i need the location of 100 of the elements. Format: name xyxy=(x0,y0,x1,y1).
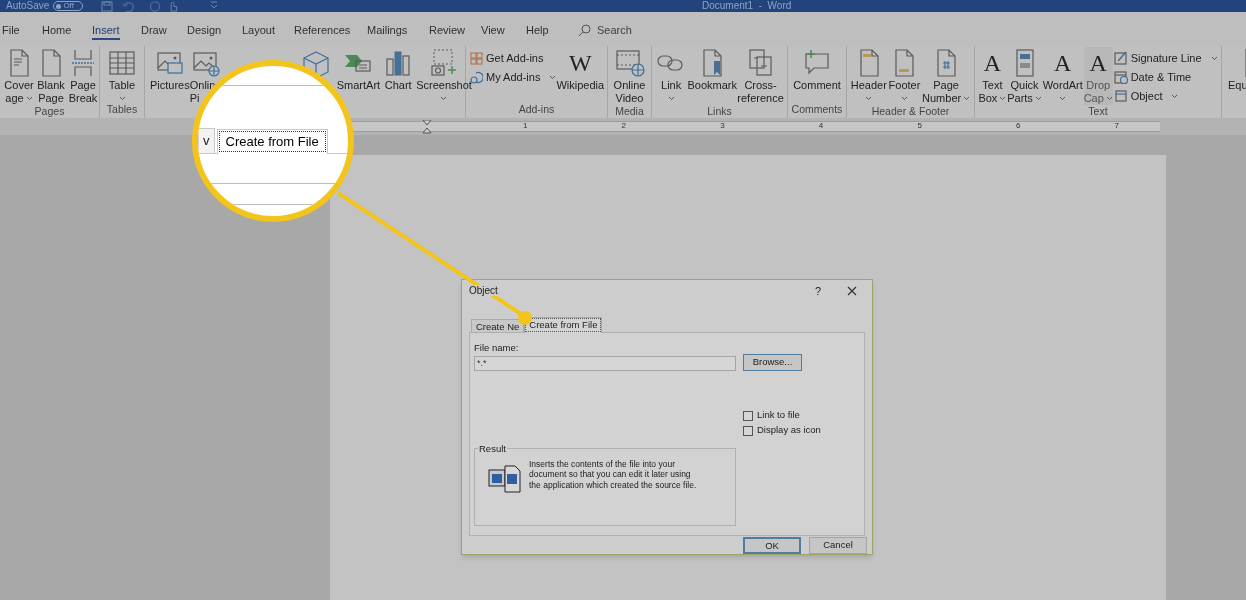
ruler-number: 5 xyxy=(917,120,922,132)
checkbox[interactable]: Display as icon xyxy=(743,424,821,437)
ribbon-command[interactable]: Pictures xyxy=(150,47,190,92)
redo-icon xyxy=(149,0,162,12)
ruler-number: 4 xyxy=(818,120,824,132)
ribbon-group-label: Comments xyxy=(790,103,844,117)
command-icon xyxy=(1113,69,1128,85)
ribbon-command[interactable]: Page Number xyxy=(922,47,971,105)
ribbon-tab[interactable]: Home xyxy=(42,20,72,40)
ribbon-command[interactable]: Signature Line xyxy=(1113,49,1218,67)
ribbon-tab[interactable]: View xyxy=(481,20,505,40)
ribbon-command[interactable]: A Text Box xyxy=(978,47,1007,105)
dialog-tab[interactable]: v xyxy=(198,128,215,153)
ribbon-group-label: Pages xyxy=(33,105,66,118)
ribbon-command[interactable]: Onlin Pi xyxy=(189,47,222,105)
ribbon-command[interactable]: Table xyxy=(106,47,138,101)
document-files-icon xyxy=(488,464,522,493)
caret-icon xyxy=(667,96,675,101)
dialog-title: Object xyxy=(469,285,500,297)
document-title: Document1 - Word xyxy=(702,0,792,12)
ribbon-group-label: Links xyxy=(706,105,733,118)
caret-icon xyxy=(1034,96,1042,101)
ribbon-command[interactable]: Blank Page xyxy=(35,47,67,105)
ribbon-command[interactable]: Quick Parts xyxy=(1007,47,1042,105)
caret-icon xyxy=(1210,55,1218,61)
dialog-tab[interactable]: Create from File xyxy=(524,316,603,333)
ribbon-command[interactable]: Page Break xyxy=(67,47,99,105)
caret-icon xyxy=(865,96,873,101)
checkbox-box[interactable] xyxy=(743,410,753,421)
dialog-tab[interactable]: Create from File xyxy=(216,129,328,154)
dialog-button[interactable]: OK xyxy=(743,537,801,554)
caret-icon xyxy=(118,96,126,101)
ribbon-command[interactable]: Cover age xyxy=(3,47,35,105)
ribbon-command[interactable]: Object xyxy=(1113,87,1218,105)
ruler-number: 2 xyxy=(621,120,627,132)
search-icon xyxy=(578,23,591,37)
ruler-number: 6 xyxy=(1016,120,1021,132)
ribbon-tab[interactable]: Mailings xyxy=(367,20,408,40)
caret-icon xyxy=(549,74,557,80)
field-label: File name: xyxy=(474,341,520,354)
ribbon-command[interactable]: Online Video xyxy=(613,47,646,105)
ribbon-group-label: Add-ins xyxy=(517,103,556,117)
undo-icon xyxy=(121,0,136,12)
caret-icon xyxy=(25,96,33,101)
dialog-button[interactable]: Cancel xyxy=(809,537,867,554)
search-field[interactable]: Search xyxy=(578,21,632,39)
command-icon: A xyxy=(1089,47,1107,79)
caret-icon xyxy=(900,96,908,101)
ribbon-command[interactable]: Link xyxy=(655,47,688,101)
caret-icon xyxy=(999,96,1007,101)
ribbon-tab[interactable]: Insert xyxy=(92,20,120,40)
customize-toolbar-icon xyxy=(209,1,220,11)
caret-icon xyxy=(963,96,971,101)
help-button[interactable]: ? xyxy=(815,282,835,300)
ribbon-tab[interactable]: Design xyxy=(187,20,222,40)
result-description: Inserts the contents of the file into your document so that you can edit it later using the application which created the source file. xyxy=(529,458,698,491)
ribbon-command[interactable]: Comment xyxy=(793,47,841,92)
ribbon-group-label: Text xyxy=(1087,105,1109,118)
ribbon-command[interactable]: Header xyxy=(850,47,887,101)
ribbon-tab[interactable]: Draw xyxy=(141,20,167,40)
ribbon-command[interactable]: Screenshot xyxy=(416,47,472,101)
ribbon-command[interactable]: Get Add-ins xyxy=(469,49,557,67)
ribbon-tab[interactable]: Help xyxy=(526,20,549,40)
ribbon-command[interactable]: Equ xyxy=(1228,47,1246,92)
ribbon-tab[interactable]: File xyxy=(2,20,20,40)
caret-icon xyxy=(1171,93,1179,99)
caret-icon xyxy=(1059,96,1067,101)
caret-icon xyxy=(440,96,448,101)
ruler-number: 3 xyxy=(720,120,725,132)
ruler-number: 7 xyxy=(1114,120,1120,132)
command-icon: A xyxy=(1054,47,1072,79)
browse-button[interactable]: Browse... xyxy=(743,353,802,371)
ribbon-command[interactable]: Bookmark xyxy=(687,47,737,92)
dialog-tab[interactable]: Create Ne xyxy=(471,318,525,332)
ribbon-group-label: Header & Footer xyxy=(870,105,951,118)
save-icon xyxy=(101,0,114,12)
command-icon xyxy=(469,50,483,66)
ribbon-group-label: Tables xyxy=(105,103,139,117)
ribbon-command[interactable]: W Wikipedia xyxy=(556,47,605,92)
ribbon-group-label: Media xyxy=(614,105,645,118)
ribbon-tab[interactable]: References xyxy=(294,20,351,40)
ribbon-command[interactable]: Chart xyxy=(382,47,415,92)
checkbox[interactable]: Link to file xyxy=(743,409,821,422)
ribbon-command[interactable]: A WordArt xyxy=(1042,47,1083,101)
command-icon xyxy=(1113,88,1128,104)
ribbon-command[interactable]: Footer xyxy=(888,47,921,101)
caret-icon xyxy=(1105,96,1113,101)
ruler-number: 1 xyxy=(523,120,528,132)
ribbon-command[interactable]: Cross- reference xyxy=(737,47,784,105)
command-icon xyxy=(1243,49,1246,77)
command-icon: A xyxy=(983,47,1002,79)
ribbon-command[interactable]: Date & Time xyxy=(1113,68,1218,86)
checkbox-box[interactable] xyxy=(743,425,753,436)
ribbon-command[interactable]: SmartArt xyxy=(336,47,381,92)
command-icon xyxy=(1113,50,1128,66)
ribbon-tab[interactable]: Layout xyxy=(242,20,276,40)
file-name-field[interactable]: *.* xyxy=(474,355,736,371)
command-icon: W xyxy=(568,47,592,79)
autosave-label: AutoSave xyxy=(6,1,50,11)
ribbon-tab[interactable]: Review xyxy=(429,20,466,40)
